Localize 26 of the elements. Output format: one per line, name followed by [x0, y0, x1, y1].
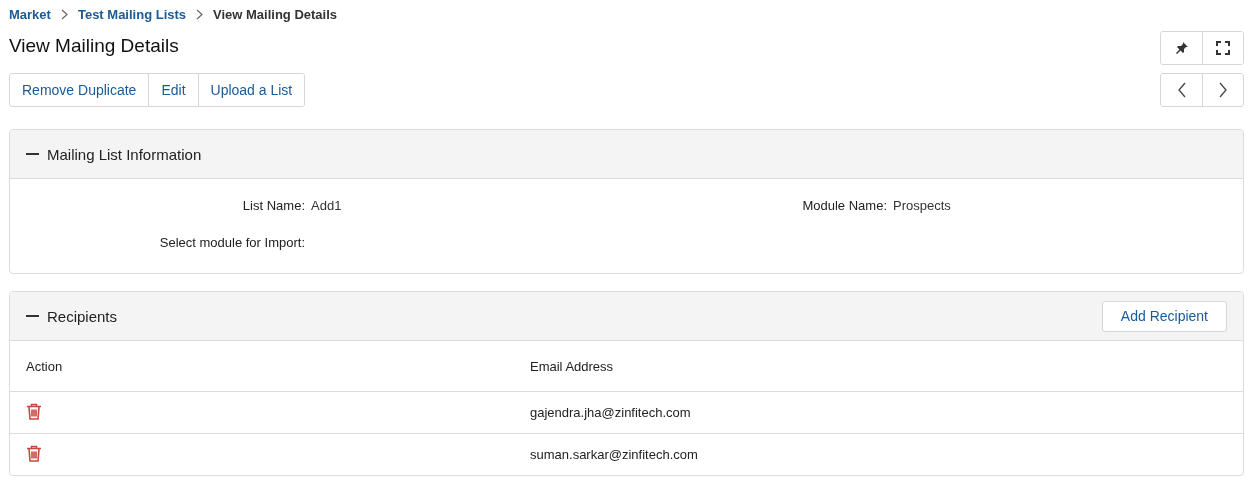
panel-title: Mailing List Information [47, 145, 202, 163]
column-header: Action [10, 341, 514, 392]
fullscreen-icon [1216, 41, 1230, 55]
field-label: Module Name: [801, 198, 887, 213]
action-button[interactable]: Upload a List [197, 74, 305, 106]
chevron-right-icon [196, 8, 204, 20]
fullscreen-button[interactable] [1202, 32, 1243, 64]
field-value: Prospects [893, 198, 952, 213]
add-recipient-button[interactable]: Add Recipient [1101, 300, 1227, 332]
chevron-right-icon [60, 8, 68, 20]
table-cell: gajendra.jha@zinfitech.com [514, 391, 1243, 434]
column-header: Email Address [514, 341, 1243, 392]
field-label: List Name: [241, 198, 305, 213]
chevron-left-icon [1176, 82, 1187, 98]
field-value: Add1 [311, 198, 343, 213]
page-title: View Mailing Details [9, 35, 179, 57]
breadcrumb-link[interactable]: Test Mailing Lists [77, 6, 187, 22]
field-label: Select module for Import: [158, 235, 305, 250]
trash-icon[interactable] [26, 402, 42, 420]
breadcrumb-current: View Mailing Details [213, 6, 338, 22]
panel-title: Recipients [47, 307, 118, 325]
pin-icon [1174, 41, 1189, 55]
chevron-right-icon [1218, 82, 1228, 98]
trash-icon[interactable] [26, 444, 42, 462]
table-cell: suman.sarkar@zinfitech.com [514, 433, 1243, 475]
breadcrumb-link[interactable]: Market [9, 6, 51, 22]
